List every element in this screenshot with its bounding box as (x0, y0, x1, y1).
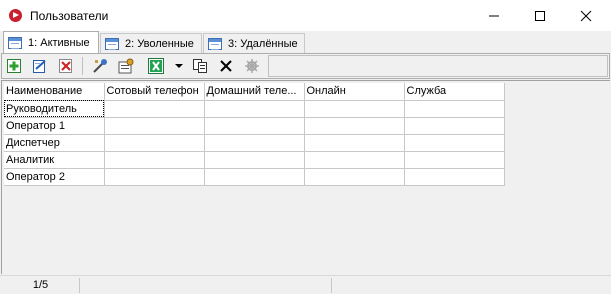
grid-icon (208, 37, 222, 50)
table-row[interactable]: Диспетчер (4, 134, 505, 152)
title-bar: Пользователи (0, 0, 611, 31)
column-header-service[interactable]: Служба (404, 83, 505, 101)
table-cell[interactable] (104, 100, 205, 118)
table-row[interactable]: Оператор 2 (4, 168, 505, 186)
table-cell[interactable]: Диспетчер (4, 134, 105, 152)
copy-icon (193, 59, 207, 73)
table-cell[interactable] (204, 168, 305, 186)
table-cell[interactable] (304, 117, 405, 135)
toolbar (1, 53, 610, 79)
table-cell[interactable] (404, 168, 505, 186)
edit-button[interactable] (30, 57, 50, 75)
tools-icon (93, 59, 107, 73)
table-header-row: Наименование Сотовый телефон Домашний те… (4, 83, 505, 101)
tab-label: 2: Уволенные (125, 37, 194, 50)
table-cell[interactable] (204, 151, 305, 169)
close-x-button[interactable] (216, 57, 236, 75)
x-icon (220, 60, 232, 72)
dropdown-button[interactable] (172, 57, 186, 75)
table-cell[interactable]: Аналитик (4, 151, 105, 169)
grid-icon (105, 37, 119, 50)
table-cell[interactable] (204, 100, 305, 118)
excel-icon (148, 58, 164, 74)
column-header-online[interactable]: Онлайн (304, 83, 405, 101)
tools-button[interactable] (90, 57, 110, 75)
gear-disabled-icon (245, 59, 259, 73)
table-cell[interactable] (304, 151, 405, 169)
users-table: Наименование Сотовый телефон Домашний те… (4, 83, 505, 186)
data-grid: Наименование Сотовый телефон Домашний те… (1, 80, 610, 274)
app-record-icon (9, 9, 22, 22)
table-cell[interactable] (404, 134, 505, 152)
table-row[interactable]: Оператор 1 (4, 117, 505, 135)
column-header-name[interactable]: Наименование (4, 83, 105, 101)
users-window: Пользователи 1: Активные 2: Уволенные 3:… (0, 0, 611, 294)
tab-strip: 1: Активные 2: Уволенные 3: Удалённые (0, 31, 611, 53)
toolbar-separator (82, 57, 83, 75)
minimize-icon (489, 15, 499, 17)
edit-icon (33, 60, 46, 73)
table-cell[interactable] (104, 168, 205, 186)
minimize-button[interactable] (471, 0, 517, 31)
add-button[interactable] (4, 57, 24, 75)
grid-icon (8, 36, 22, 49)
add-icon (7, 59, 21, 73)
copy-button[interactable] (190, 57, 210, 75)
properties-button[interactable] (116, 57, 136, 75)
delete-icon (59, 59, 72, 73)
tab-label: 3: Удалённые (228, 37, 298, 50)
disabled-button (242, 57, 262, 75)
column-header-mobile-phone[interactable]: Сотовый телефон (104, 83, 205, 101)
toolbar-empty-panel (268, 55, 608, 77)
maximize-icon (535, 11, 545, 21)
table-row[interactable]: Аналитик (4, 151, 505, 169)
table-cell[interactable]: Руководитель (4, 100, 105, 118)
export-excel-button[interactable] (146, 57, 166, 75)
table-cell[interactable] (304, 100, 405, 118)
delete-button[interactable] (56, 57, 76, 75)
table-cell[interactable]: Оператор 2 (4, 168, 105, 186)
tab-active[interactable]: 1: Активные (3, 31, 99, 53)
window-title: Пользователи (30, 9, 109, 23)
close-button[interactable] (563, 0, 609, 31)
status-panel (82, 278, 332, 293)
table-cell[interactable]: Оператор 1 (4, 117, 105, 135)
close-icon (580, 10, 592, 22)
table-cell[interactable] (404, 151, 505, 169)
status-bar: 1/5 (0, 275, 611, 294)
table-cell[interactable] (304, 134, 405, 152)
tab-dismissed[interactable]: 2: Уволенные (100, 33, 202, 53)
table-row[interactable]: Руководитель (4, 100, 505, 118)
table-cell[interactable] (404, 117, 505, 135)
column-header-home-phone[interactable]: Домашний теле... (204, 83, 305, 101)
status-panel (334, 278, 608, 293)
table-cell[interactable] (104, 134, 205, 152)
table-cell[interactable] (204, 117, 305, 135)
table-cell[interactable] (204, 134, 305, 152)
record-count: 1/5 (2, 278, 80, 293)
table-cell[interactable] (404, 100, 505, 118)
properties-icon (118, 58, 134, 74)
tab-deleted[interactable]: 3: Удалённые (203, 33, 305, 53)
tab-label: 1: Активные (28, 36, 90, 49)
dropdown-arrow-icon (175, 64, 183, 68)
table-cell[interactable] (304, 168, 405, 186)
table-cell[interactable] (104, 151, 205, 169)
maximize-button[interactable] (517, 0, 563, 31)
table-cell[interactable] (104, 117, 205, 135)
